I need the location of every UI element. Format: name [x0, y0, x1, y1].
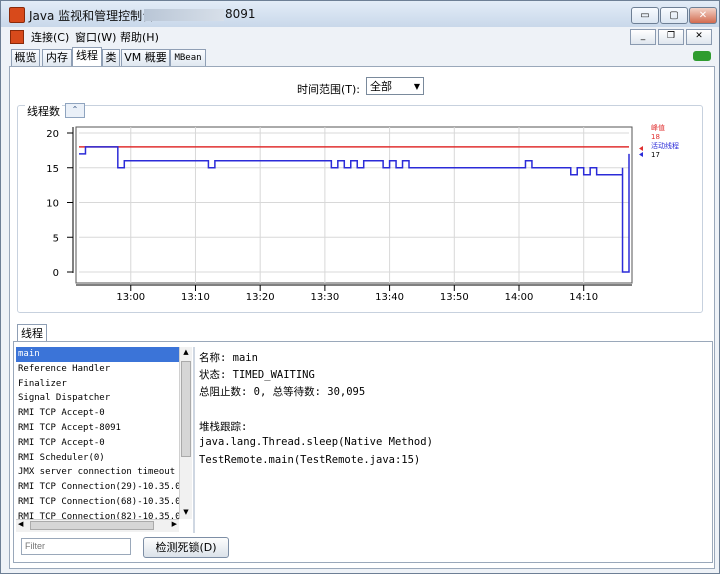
- java-app-icon: [9, 7, 25, 23]
- threads-section-tab[interactable]: 线程: [17, 324, 47, 342]
- scroll-up-icon[interactable]: ▲: [181, 348, 191, 358]
- vertical-scroll-thumb[interactable]: [181, 361, 191, 457]
- thread-list-item[interactable]: Reference Handler: [16, 362, 179, 377]
- chevron-down-icon: ▼: [413, 82, 420, 91]
- thread-list-item[interactable]: Finalizer: [16, 377, 179, 392]
- thread-counts: 总阻止数: 0, 总等待数: 30,095: [199, 386, 366, 398]
- thread-list-item[interactable]: RMI TCP Accept-8091: [16, 421, 179, 436]
- tab-classes[interactable]: 类: [102, 49, 120, 66]
- time-range-select[interactable]: 全部 ▼: [366, 77, 424, 95]
- java-menu-icon: [10, 30, 24, 44]
- scroll-right-icon[interactable]: ▶: [172, 520, 177, 528]
- split-divider[interactable]: [193, 347, 195, 533]
- thread-list-item[interactable]: RMI TCP Accept-0: [16, 436, 179, 451]
- collapse-chart-button[interactable]: ⌃: [65, 103, 85, 118]
- thread-list-vertical-scrollbar[interactable]: ▲ ▼: [179, 347, 192, 519]
- thread-list-item[interactable]: RMI TCP Accept-0: [16, 406, 179, 421]
- horizontal-scroll-thumb[interactable]: [30, 521, 154, 530]
- maximize-button[interactable]: ▢: [660, 7, 688, 24]
- tab-vm-summary[interactable]: VM 概要: [121, 49, 170, 66]
- thread-list-item[interactable]: RMI TCP Connection(29)-10.35.0.: [16, 480, 179, 495]
- thread-filter-input[interactable]: [21, 538, 131, 555]
- inner-restore-button[interactable]: ❐: [658, 29, 684, 45]
- stack-frame: TestRemote.main(TestRemote.java:15): [199, 454, 421, 466]
- menu-connection[interactable]: 连接(C): [31, 29, 69, 45]
- thread-list[interactable]: main Reference Handler Finalizer Signal Dis…: [16, 347, 179, 519]
- connection-plug-icon[interactable]: [693, 51, 711, 61]
- tab-memory[interactable]: 内存: [42, 49, 72, 66]
- window-title: Java 监视和管理控制台 -: [29, 9, 163, 23]
- tab-mbean[interactable]: MBean: [170, 49, 206, 66]
- thread-list-horizontal-scrollbar[interactable]: ◀ ▶: [16, 519, 179, 532]
- thread-list-item[interactable]: Signal Dispatcher: [16, 391, 179, 406]
- time-range-value: 全部: [370, 80, 392, 93]
- minimize-button[interactable]: ▭: [631, 7, 659, 24]
- inner-close-button[interactable]: ✕: [686, 29, 712, 45]
- menu-help[interactable]: 帮助(H): [120, 29, 159, 45]
- time-range-label: 时间范围(T):: [297, 83, 361, 96]
- window-title-port: 8091: [225, 7, 256, 21]
- thread-list-item[interactable]: JMX server connection timeout 2: [16, 465, 179, 480]
- stack-frame: java.lang.Thread.sleep(Native Method): [199, 436, 433, 448]
- thread-chart-panel: [17, 105, 703, 313]
- stack-trace-label: 堆栈跟踪:: [199, 421, 248, 433]
- scroll-left-icon[interactable]: ◀: [18, 520, 23, 528]
- close-button[interactable]: ✕: [689, 7, 717, 24]
- scroll-down-icon[interactable]: ▼: [181, 508, 191, 518]
- thread-list-item[interactable]: RMI TCP Connection(68)-10.35.0.: [16, 495, 179, 510]
- thread-list-item[interactable]: main: [16, 347, 179, 362]
- menu-window[interactable]: 窗口(W): [75, 29, 116, 45]
- detect-deadlock-button[interactable]: 检测死锁(D): [143, 537, 229, 558]
- title-bar: Java 监视和管理控制台 - 8091 ▭ ▢ ✕: [1, 1, 719, 27]
- chart-title: 线程数: [25, 103, 62, 119]
- tab-threads[interactable]: 线程: [72, 47, 102, 67]
- blurred-host: [144, 9, 224, 21]
- thread-state: 状态: TIMED_WAITING: [199, 369, 315, 381]
- tab-overview[interactable]: 概览: [11, 49, 40, 66]
- inner-minimize-button[interactable]: _: [630, 29, 656, 45]
- thread-list-item[interactable]: RMI Scheduler(0): [16, 451, 179, 466]
- main-window: Java 监视和管理控制台 - 8091 ▭ ▢ ✕ 连接(C) 窗口(W) 帮…: [0, 0, 720, 574]
- menu-bar: 连接(C) 窗口(W) 帮助(H) _ ❐ ✕: [1, 27, 719, 45]
- thread-list-item[interactable]: RMI TCP Connection(82)-10.35.0.: [16, 510, 179, 519]
- thread-name: 名称: main: [199, 352, 258, 364]
